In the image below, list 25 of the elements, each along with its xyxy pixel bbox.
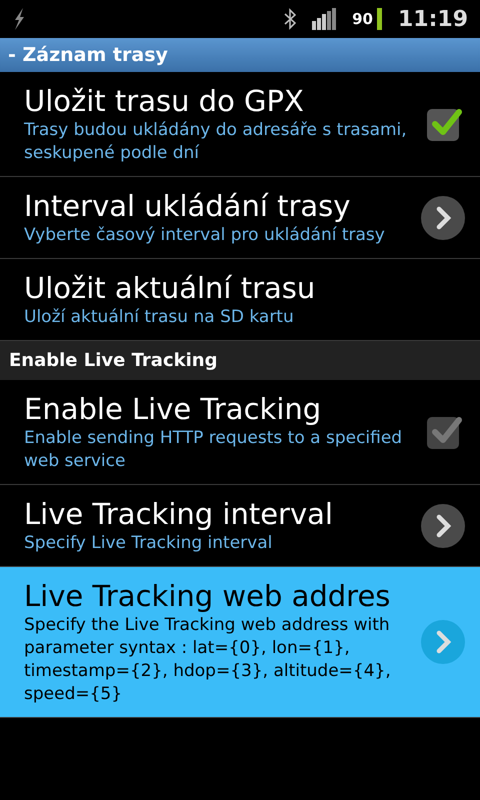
preference-summary: Specify the Live Tracking web address with parameter syntax : lat={0}, lon={1}, timestamp={2}, hdop={3}, altitude={4}, speed={5} — [24, 614, 392, 706]
preference-item[interactable]: Uložit trasu do GPX Trasy budou ukládány do adresáře s trasami, seskupené podle dní — [0, 72, 480, 177]
chevron-right-icon[interactable] — [420, 502, 466, 548]
preference-summary: Vyberte časový interval pro ukládání trasy — [24, 224, 386, 247]
preference-item[interactable]: Interval ukládání trasy Vyberte časový interval pro ukládání trasy — [0, 177, 480, 259]
section-header: Enable Live Tracking — [0, 341, 480, 380]
preference-item[interactable]: Live Tracking web addres Specify the Live Tracking web address with parameter syntax : lat={0}, lon={1}, timestamp={2}, hdop={3}, altitude={4}, speed={5} — [0, 567, 480, 718]
signal-icon — [312, 8, 336, 30]
battery-level: 90 — [352, 8, 373, 30]
charging-icon — [12, 8, 26, 30]
preference-title: Uložit aktuální trasu — [24, 270, 316, 306]
screen-title: - Záznam trasy — [0, 38, 480, 72]
preference-title: Enable Live Tracking — [24, 391, 322, 427]
preference-title: Uložit trasu do GPX — [24, 83, 305, 119]
chevron-right-icon[interactable] — [420, 194, 466, 240]
preference-summary: Enable sending HTTP requests to a specified web service — [24, 427, 404, 473]
preference-summary: Specify Live Tracking interval — [24, 532, 274, 555]
bluetooth-icon — [284, 8, 296, 30]
clock: 11:19 — [398, 6, 468, 34]
preference-summary: Uloží aktuální trasu na SD kartu — [24, 306, 295, 329]
battery-icon — [376, 8, 382, 30]
preference-title: Live Tracking web addres — [24, 578, 392, 614]
preference-title: Live Tracking interval — [24, 496, 334, 532]
preference-summary: Trasy budou ukládány do adresáře s trasami, seskupené podle dní — [24, 119, 408, 165]
preference-title: Interval ukládání trasy — [24, 188, 352, 224]
